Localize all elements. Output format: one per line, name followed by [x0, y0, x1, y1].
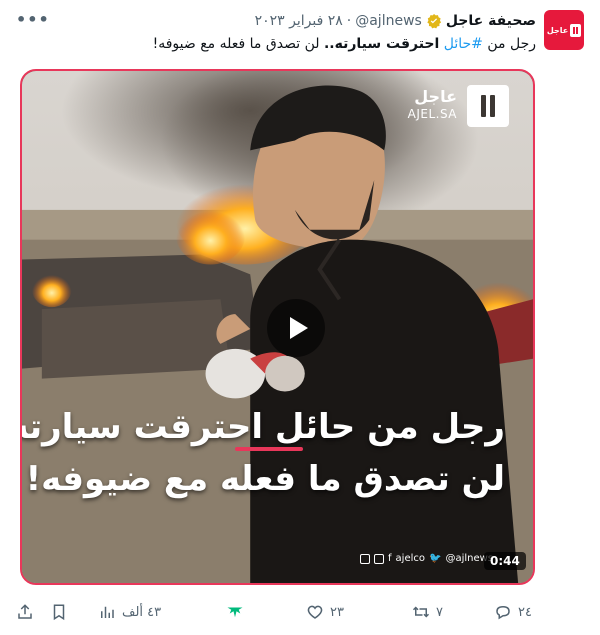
display-name[interactable]: صحيفة عاجل	[446, 13, 536, 29]
text-bold: احترقت سيارته..	[323, 36, 440, 52]
share-icon	[18, 604, 32, 619]
more-options-button[interactable]: •••	[16, 10, 50, 29]
twitter-icon: 🐦	[428, 553, 442, 564]
ajel-video-logo	[467, 85, 509, 127]
tweet-text: رجل من #حائل احترقت سيارته.. لن تصدق ما …	[153, 36, 536, 52]
avatar-text: عاجل	[546, 25, 569, 35]
like-button[interactable]: ٢٣	[306, 603, 344, 621]
retweet-button[interactable]: ٧	[412, 603, 443, 621]
action-bar: ٤٣ ألف ٢٣ ٧ ٢٤	[16, 603, 536, 627]
grok-icon	[227, 607, 243, 618]
views-button[interactable]: ٤٣ ألف	[98, 603, 161, 621]
grok-button[interactable]	[226, 603, 244, 621]
handle[interactable]: @ajlnews	[355, 13, 422, 29]
video-duration: 0:44	[484, 552, 526, 570]
tweet: عاجل صحيفة عاجل @ajlnews · ٢٨ فبراير ٢٠٢…	[0, 0, 600, 635]
views-chart-icon	[101, 606, 114, 618]
pause-icon-bar	[481, 95, 486, 117]
ajel-logo-icon	[570, 23, 582, 37]
share-button[interactable]	[16, 603, 34, 621]
pause-icon-bar	[490, 95, 495, 117]
video-logo-arabic: عاجل	[414, 87, 457, 106]
video-logo-latin: AJEL.SA	[407, 107, 457, 121]
retweet-icon	[412, 606, 430, 618]
avatar[interactable]: عاجل	[544, 10, 584, 50]
tweet-date[interactable]: ٢٨ فبراير ٢٠٢٣	[255, 13, 343, 29]
text-prefix: رجل من	[482, 36, 536, 52]
facebook-icon: f	[388, 553, 392, 564]
tweet-header: صحيفة عاجل @ajlnews · ٢٨ فبراير ٢٠٢٣	[255, 13, 536, 29]
verified-badge-icon	[427, 14, 441, 29]
text-suffix: لن تصدق ما فعله مع ضيوفه!	[152, 36, 324, 52]
play-button[interactable]	[267, 299, 325, 357]
video-player[interactable]: عاجل AJEL.SA رجل من حائل احترقت سيارته ل…	[20, 69, 535, 585]
like-count: ٢٣	[330, 604, 344, 620]
video-social-strip: f ajelco 🐦 @ajlnews	[360, 553, 493, 564]
instagram-icon	[374, 553, 384, 564]
video-caption-line2: لن تصدق ما فعله مع ضيوفه!	[25, 459, 505, 499]
heart-icon	[307, 605, 323, 619]
separator: ·	[346, 13, 352, 29]
views-count: ٤٣ ألف	[122, 604, 162, 620]
social-handle-1: ajelco	[395, 553, 425, 564]
caption-underline	[235, 447, 303, 451]
reply-icon	[496, 605, 510, 620]
video-caption-line1: رجل من حائل احترقت سيارته	[20, 407, 505, 447]
bookmark-icon	[53, 604, 65, 621]
hashtag-link[interactable]: #حائل	[444, 36, 483, 52]
reply-count: ٢٤	[518, 604, 532, 620]
retweet-count: ٧	[436, 604, 443, 620]
bookmark-button[interactable]	[50, 603, 68, 621]
reply-button[interactable]: ٢٤	[494, 603, 532, 621]
youtube-icon	[360, 553, 370, 564]
play-icon	[289, 317, 308, 339]
